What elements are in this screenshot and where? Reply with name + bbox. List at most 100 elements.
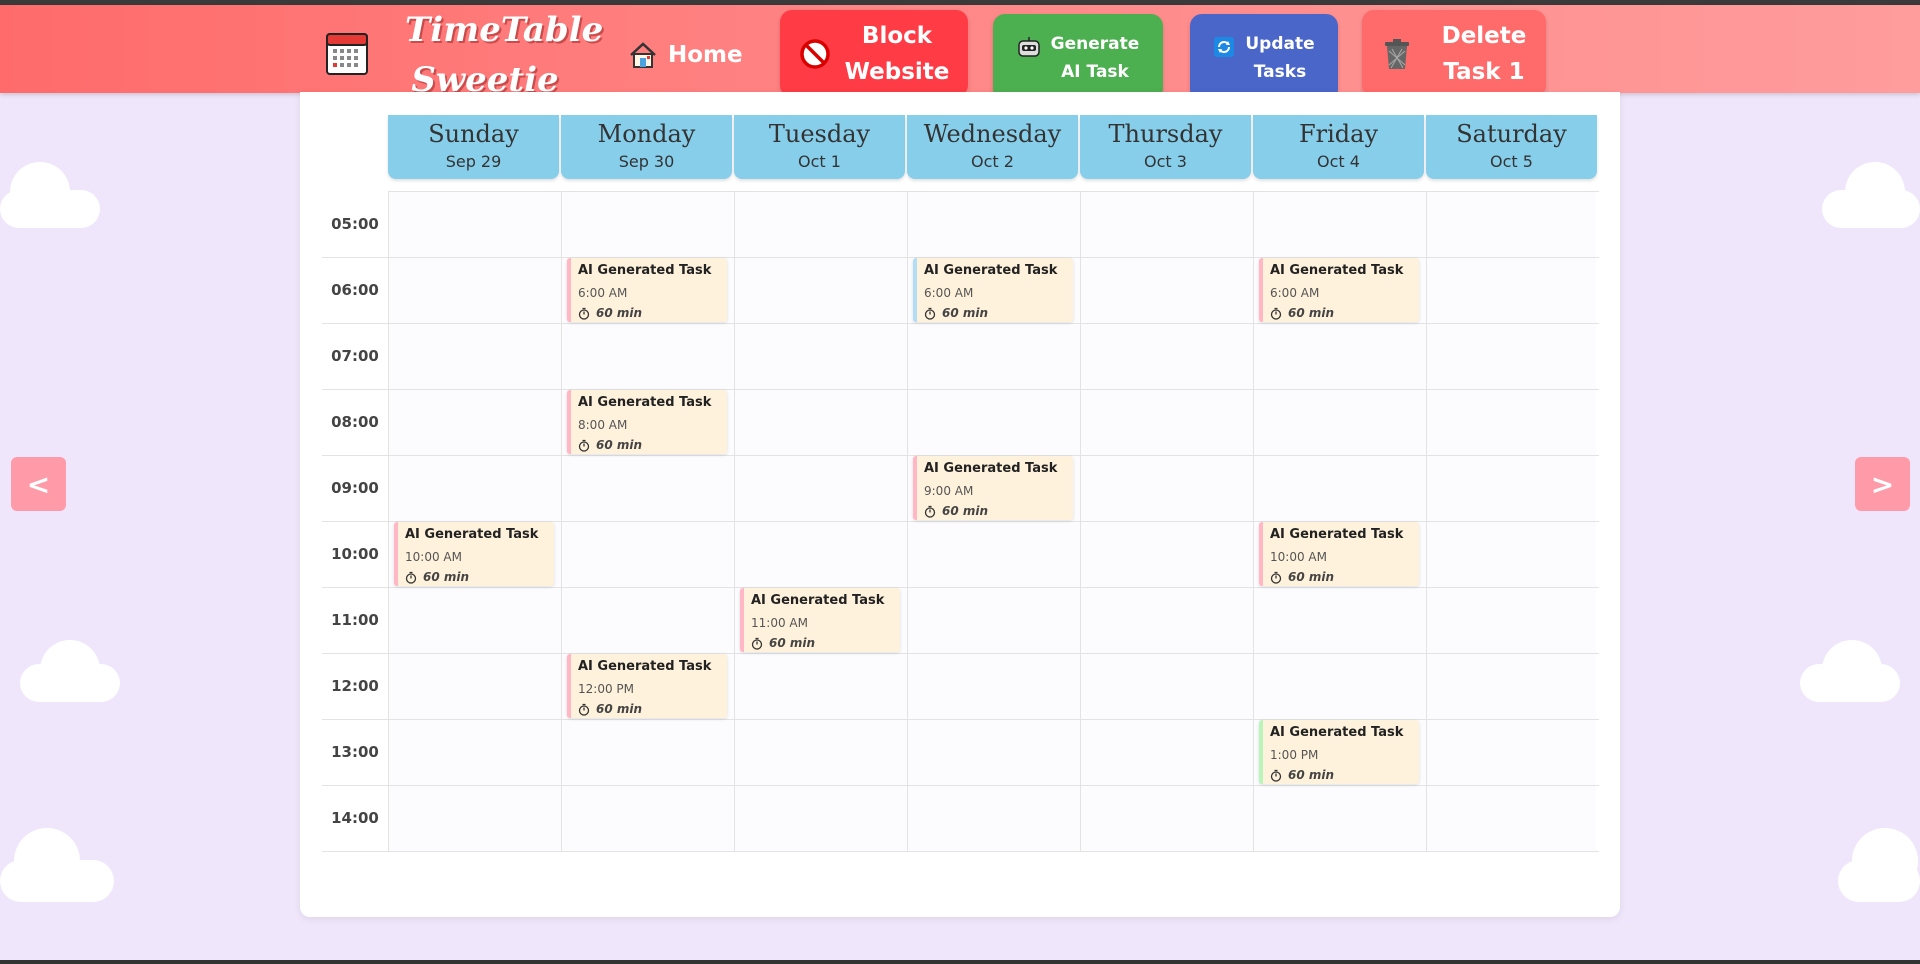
time-label: 10:00	[331, 545, 379, 563]
day-date: Oct 3	[1144, 152, 1187, 171]
day-date: Sep 30	[618, 152, 675, 171]
update-tasks-button[interactable]: Update Tasks	[1190, 14, 1338, 101]
app-brand: TimeTable Sweetie	[405, 5, 603, 105]
task-card[interactable]: AI Generated Task 10:00 AM 60 min	[1259, 522, 1419, 586]
refresh-icon	[1213, 36, 1235, 58]
day-date: Oct 2	[971, 152, 1014, 171]
task-duration-value: 60 min	[596, 438, 643, 452]
task-duration: 60 min	[578, 301, 727, 321]
task-card[interactable]: AI Generated Task 6:00 AM 60 min	[913, 258, 1073, 322]
home-icon	[630, 42, 656, 68]
grid-row-line	[322, 389, 1599, 390]
delete-label-line-2: Task 1	[1443, 58, 1525, 85]
time-label: 07:00	[331, 347, 379, 365]
task-time: 6:00 AM	[578, 286, 628, 300]
block-label-line-2: Website	[844, 58, 950, 85]
task-duration-value: 60 min	[596, 306, 643, 320]
next-week-button[interactable]: >	[1855, 457, 1910, 511]
generate-label: Generate AI Task	[1051, 30, 1140, 86]
generate-ai-task-button[interactable]: Generate AI Task	[993, 14, 1163, 101]
task-card[interactable]: AI Generated Task 11:00 AM 60 min	[740, 588, 900, 652]
grid-col-line	[734, 191, 735, 851]
task-time: 6:00 AM	[924, 286, 974, 300]
task-time: 8:00 AM	[578, 418, 628, 432]
time-label: 13:00	[331, 743, 379, 761]
task-card[interactable]: AI Generated Task 12:00 PM 60 min	[567, 654, 727, 718]
timer-icon	[578, 307, 590, 320]
task-time: 6:00 AM	[1270, 286, 1320, 300]
day-header-thursday: Thursday Oct 3	[1080, 115, 1251, 179]
task-title: AI Generated Task	[1270, 263, 1404, 278]
task-duration: 60 min	[924, 499, 1073, 519]
day-header-sunday: Sunday Sep 29	[388, 115, 559, 179]
delete-label-line-1: Delete	[1441, 22, 1527, 49]
grid-row-line	[322, 653, 1599, 654]
task-title: AI Generated Task	[924, 263, 1058, 278]
time-label: 11:00	[331, 611, 379, 629]
task-duration-value: 60 min	[1288, 306, 1335, 320]
task-time: 10:00 AM	[405, 550, 462, 564]
robot-icon	[1017, 35, 1041, 59]
day-name: Sunday	[428, 120, 519, 148]
task-duration-value: 60 min	[596, 702, 643, 716]
task-card[interactable]: AI Generated Task 6:00 AM 60 min	[1259, 258, 1419, 322]
grid-col-line	[1080, 191, 1081, 851]
home-button[interactable]: Home	[628, 33, 743, 77]
grid-row-line	[322, 323, 1599, 324]
calendar-panel: Sunday Sep 29 Monday Sep 30 Tuesday Oct 1 Wedn…	[300, 92, 1620, 917]
block-label-line-1: Block	[861, 22, 933, 49]
task-card[interactable]: AI Generated Task 1:00 PM 60 min	[1259, 720, 1419, 784]
day-header-friday: Friday Oct 4	[1253, 115, 1424, 179]
cloud-decoration	[1845, 162, 1905, 222]
taskbar-edge	[0, 960, 1920, 964]
navbar: TimeTable Sweetie Home Block Website Gen…	[0, 5, 1920, 101]
task-card[interactable]: AI Generated Task 9:00 AM 60 min	[913, 456, 1073, 520]
timer-icon	[405, 571, 417, 584]
task-time: 10:00 AM	[1270, 550, 1327, 564]
timer-icon	[1270, 769, 1282, 782]
timer-icon	[924, 505, 936, 518]
day-header-saturday: Saturday Oct 5	[1426, 115, 1597, 179]
timer-icon	[578, 439, 590, 452]
task-duration: 60 min	[924, 301, 1073, 321]
day-name: Tuesday	[768, 120, 871, 148]
delete-task-button[interactable]: Delete Task 1	[1362, 10, 1546, 97]
timer-icon	[1270, 307, 1282, 320]
grid-row-line	[388, 191, 1599, 192]
prev-week-label: <	[26, 467, 51, 501]
time-label: 08:00	[331, 413, 379, 431]
prev-week-button[interactable]: <	[11, 457, 66, 511]
day-header-wednesday: Wednesday Oct 2	[907, 115, 1078, 179]
task-card[interactable]: AI Generated Task 8:00 AM 60 min	[567, 390, 727, 454]
timer-icon	[924, 307, 936, 320]
block-website-button[interactable]: Block Website	[780, 10, 968, 97]
task-card[interactable]: AI Generated Task 6:00 AM 60 min	[567, 258, 727, 322]
time-label: 12:00	[331, 677, 379, 695]
task-duration-value: 60 min	[769, 636, 816, 650]
day-name: Thursday	[1108, 120, 1223, 148]
task-title: AI Generated Task	[1270, 725, 1404, 740]
day-header-tuesday: Tuesday Oct 1	[734, 115, 905, 179]
home-label: Home	[668, 42, 743, 68]
task-card[interactable]: AI Generated Task 10:00 AM 60 min	[394, 522, 554, 586]
timer-icon	[578, 703, 590, 716]
day-name: Friday	[1298, 120, 1379, 148]
calendar-icon	[326, 33, 368, 75]
day-name: Monday	[597, 120, 696, 148]
task-title: AI Generated Task	[578, 395, 712, 410]
timer-icon	[751, 637, 763, 650]
timer-icon	[1270, 571, 1282, 584]
grid-row-line	[322, 785, 1599, 786]
day-name: Saturday	[1456, 120, 1567, 148]
task-title: AI Generated Task	[578, 263, 712, 278]
day-date: Oct 5	[1490, 152, 1533, 171]
delete-label: Delete Task 1	[1442, 18, 1527, 90]
grid-row-line	[322, 851, 1599, 852]
trash-icon	[1382, 37, 1412, 71]
time-label: 14:00	[331, 809, 379, 827]
task-duration: 60 min	[751, 631, 900, 651]
time-label: 06:00	[331, 281, 379, 299]
task-duration-value: 60 min	[942, 504, 989, 518]
update-label-line-1: Update	[1245, 33, 1315, 54]
task-duration: 60 min	[405, 565, 554, 585]
